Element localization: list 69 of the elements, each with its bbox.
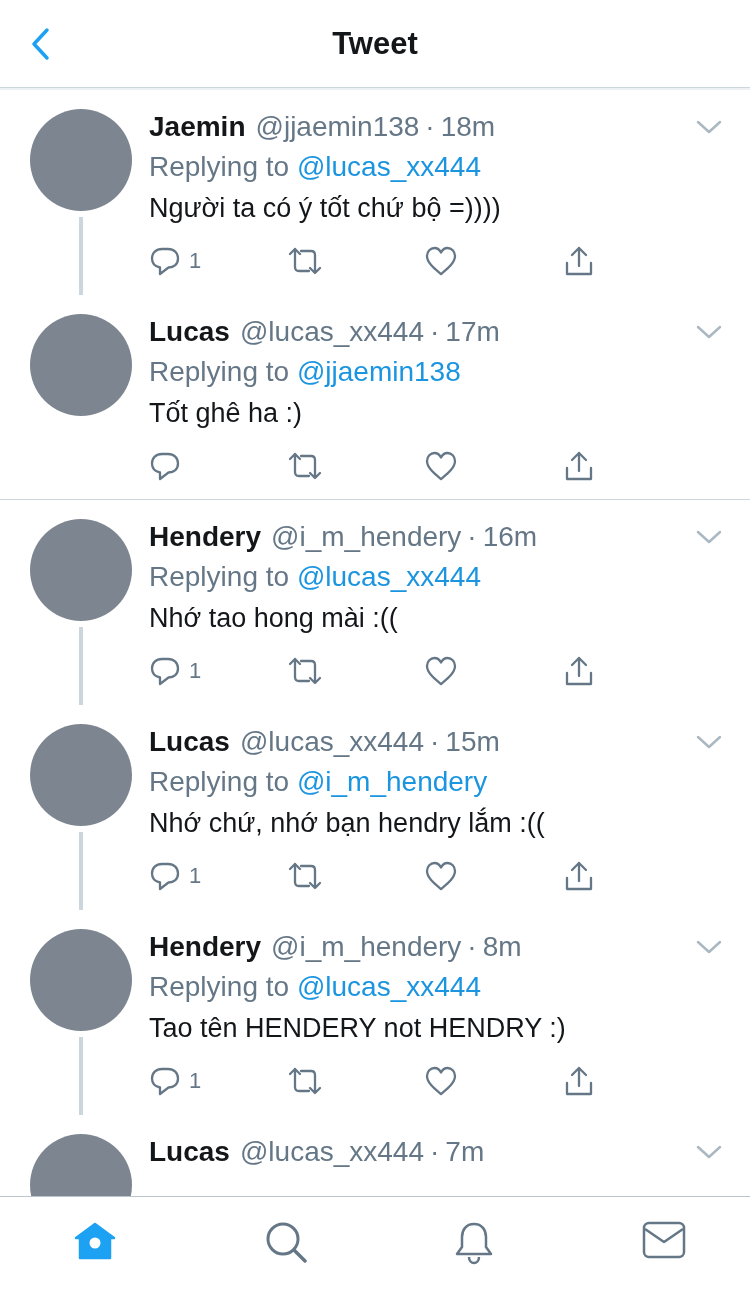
separator-dot: · bbox=[430, 726, 440, 758]
heart-icon[interactable] bbox=[425, 246, 457, 276]
mention-link[interactable]: @jjaemin138 bbox=[296, 356, 461, 387]
share-icon[interactable] bbox=[563, 655, 595, 687]
user-handle[interactable]: @i_m_hendery bbox=[271, 521, 462, 553]
home-icon[interactable] bbox=[73, 1221, 117, 1261]
user-handle[interactable]: @i_m_hendery bbox=[271, 931, 462, 963]
mail-icon[interactable] bbox=[641, 1221, 686, 1259]
retweet-icon[interactable] bbox=[287, 860, 323, 892]
reply-icon[interactable] bbox=[149, 245, 181, 277]
tweet-time: 7m bbox=[445, 1136, 485, 1168]
tweet-time: 8m bbox=[482, 931, 522, 963]
reply-icon[interactable] bbox=[149, 1065, 181, 1097]
tweet-text: Tao tên HENDERY not HENDRY :) bbox=[149, 1012, 567, 1045]
user-handle[interactable]: @lucas_xx444 bbox=[239, 1136, 424, 1168]
reply-count: 1 bbox=[189, 863, 202, 889]
separator-dot: · bbox=[425, 111, 435, 143]
bell-icon[interactable] bbox=[454, 1221, 495, 1265]
share-icon[interactable] bbox=[563, 450, 595, 482]
tweet-text: Người ta có ý tốt chứ bộ =)))) bbox=[149, 192, 502, 225]
reply-icon[interactable] bbox=[149, 655, 181, 687]
mention-link[interactable]: @lucas_xx444 bbox=[296, 151, 481, 182]
separator-dot: · bbox=[430, 316, 440, 348]
heart-icon[interactable] bbox=[425, 1066, 457, 1096]
user-handle[interactable]: @jjaemin138 bbox=[255, 111, 420, 143]
user-name[interactable]: Jaemin bbox=[149, 111, 246, 143]
user-name[interactable]: Lucas bbox=[149, 1136, 230, 1168]
reply-context: Replying to @lucas_xx444 bbox=[149, 150, 482, 184]
search-icon[interactable] bbox=[264, 1221, 307, 1263]
separator-dot: · bbox=[467, 931, 477, 963]
separator-dot: · bbox=[430, 1136, 440, 1168]
heart-icon[interactable] bbox=[425, 451, 457, 481]
tweet-time: 16m bbox=[482, 521, 538, 553]
share-icon[interactable] bbox=[563, 245, 595, 277]
share-icon[interactable] bbox=[563, 1065, 595, 1097]
back-icon[interactable] bbox=[30, 27, 50, 61]
retweet-icon[interactable] bbox=[287, 655, 323, 687]
reply-count: 1 bbox=[189, 248, 202, 274]
user-name[interactable]: Hendery bbox=[149, 521, 262, 553]
mention-link[interactable]: @lucas_xx444 bbox=[296, 971, 481, 1002]
page-title: Tweet bbox=[332, 25, 418, 62]
tweet-text: Tốt ghê ha :) bbox=[149, 397, 304, 430]
retweet-icon[interactable] bbox=[287, 245, 323, 277]
user-name[interactable]: Lucas bbox=[149, 726, 230, 758]
reply-icon[interactable] bbox=[149, 860, 181, 892]
user-handle[interactable]: @lucas_xx444 bbox=[239, 726, 424, 758]
tweet-text: Nhớ chứ, nhớ bạn hendry lắm :(( bbox=[149, 806, 546, 840]
heart-icon[interactable] bbox=[425, 861, 457, 891]
user-name[interactable]: Lucas bbox=[149, 316, 230, 348]
retweet-icon[interactable] bbox=[287, 450, 323, 482]
separator-dot: · bbox=[467, 521, 477, 553]
reply-context: Replying to @jjaemin138 bbox=[149, 355, 462, 389]
tweet-time: 18m bbox=[440, 111, 496, 143]
reply-icon[interactable] bbox=[149, 450, 181, 482]
reply-count: 1 bbox=[189, 1068, 202, 1094]
user-handle[interactable]: @lucas_xx444 bbox=[239, 316, 424, 348]
mention-link[interactable]: @lucas_xx444 bbox=[296, 561, 481, 592]
reply-context: Replying to @lucas_xx444 bbox=[149, 970, 482, 1004]
heart-icon[interactable] bbox=[425, 656, 457, 686]
retweet-icon[interactable] bbox=[287, 1065, 323, 1097]
mention-link[interactable]: @i_m_hendery bbox=[296, 766, 488, 797]
reply-count: 1 bbox=[189, 658, 202, 684]
share-icon[interactable] bbox=[563, 860, 595, 892]
tweet-text: Nhớ tao hong mài :(( bbox=[149, 602, 399, 635]
reply-context: Replying to @lucas_xx444 bbox=[149, 560, 482, 594]
tweet-time: 15m bbox=[445, 726, 500, 758]
user-name[interactable]: Hendery bbox=[149, 931, 262, 963]
tweet-time: 17m bbox=[445, 316, 500, 348]
reply-context: Replying to @i_m_hendery bbox=[149, 765, 489, 799]
